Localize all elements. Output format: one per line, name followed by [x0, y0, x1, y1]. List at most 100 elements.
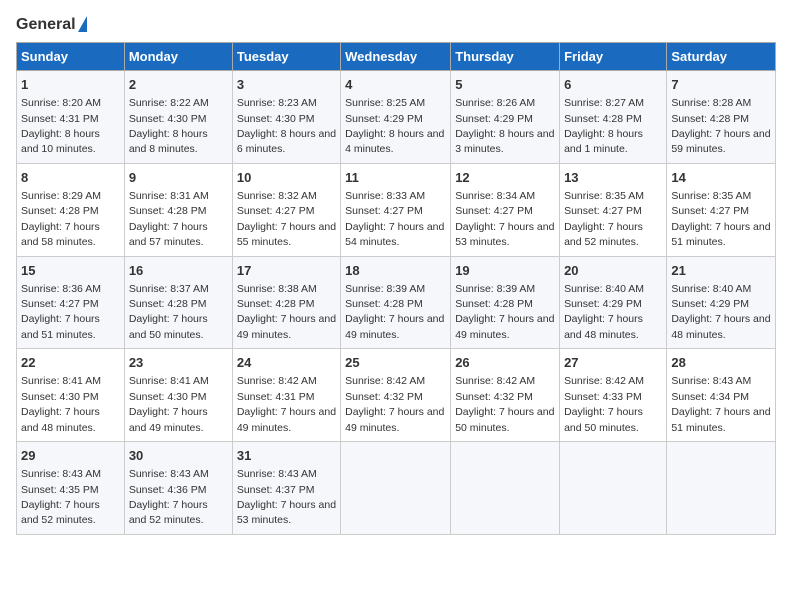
- calendar-cell: 18Sunrise: 8:39 AMSunset: 4:28 PMDayligh…: [341, 256, 451, 349]
- day-number: 24: [237, 354, 336, 372]
- day-sunrise: Sunrise: 8:42 AM: [455, 375, 535, 387]
- day-sunset: Sunset: 4:31 PM: [237, 391, 315, 403]
- day-sunrise: Sunrise: 8:26 AM: [455, 97, 535, 109]
- day-sunset: Sunset: 4:28 PM: [21, 205, 99, 217]
- calendar-cell: 3Sunrise: 8:23 AMSunset: 4:30 PMDaylight…: [232, 71, 340, 164]
- day-sunset: Sunset: 4:27 PM: [455, 205, 533, 217]
- day-daylight: Daylight: 7 hours and 48 minutes.: [21, 406, 100, 433]
- day-sunrise: Sunrise: 8:38 AM: [237, 283, 317, 295]
- day-number: 14: [671, 169, 771, 187]
- day-sunrise: Sunrise: 8:42 AM: [345, 375, 425, 387]
- day-sunrise: Sunrise: 8:35 AM: [564, 190, 644, 202]
- calendar-cell: 16Sunrise: 8:37 AMSunset: 4:28 PMDayligh…: [124, 256, 232, 349]
- calendar-table: SundayMondayTuesdayWednesdayThursdayFrid…: [16, 42, 776, 535]
- day-sunset: Sunset: 4:30 PM: [129, 113, 207, 125]
- day-sunrise: Sunrise: 8:31 AM: [129, 190, 209, 202]
- day-number: 20: [564, 262, 662, 280]
- header-row: SundayMondayTuesdayWednesdayThursdayFrid…: [17, 43, 776, 71]
- day-sunset: Sunset: 4:27 PM: [21, 298, 99, 310]
- day-sunrise: Sunrise: 8:41 AM: [129, 375, 209, 387]
- day-sunset: Sunset: 4:34 PM: [671, 391, 749, 403]
- calendar-cell: 4Sunrise: 8:25 AMSunset: 4:29 PMDaylight…: [341, 71, 451, 164]
- day-sunset: Sunset: 4:29 PM: [671, 298, 749, 310]
- day-sunrise: Sunrise: 8:37 AM: [129, 283, 209, 295]
- day-header-saturday: Saturday: [667, 43, 776, 71]
- day-number: 6: [564, 76, 662, 94]
- day-number: 8: [21, 169, 120, 187]
- calendar-cell: 15Sunrise: 8:36 AMSunset: 4:27 PMDayligh…: [17, 256, 125, 349]
- day-sunset: Sunset: 4:31 PM: [21, 113, 99, 125]
- day-daylight: Daylight: 7 hours and 49 minutes.: [345, 313, 444, 340]
- calendar-cell: 28Sunrise: 8:43 AMSunset: 4:34 PMDayligh…: [667, 349, 776, 442]
- day-sunrise: Sunrise: 8:20 AM: [21, 97, 101, 109]
- day-daylight: Daylight: 7 hours and 55 minutes.: [237, 221, 336, 248]
- day-number: 13: [564, 169, 662, 187]
- day-number: 22: [21, 354, 120, 372]
- calendar-cell: 24Sunrise: 8:42 AMSunset: 4:31 PMDayligh…: [232, 349, 340, 442]
- day-sunrise: Sunrise: 8:43 AM: [21, 468, 101, 480]
- calendar-cell: 31Sunrise: 8:43 AMSunset: 4:37 PMDayligh…: [232, 442, 340, 535]
- day-number: 19: [455, 262, 555, 280]
- day-daylight: Daylight: 7 hours and 49 minutes.: [345, 406, 444, 433]
- day-daylight: Daylight: 7 hours and 49 minutes.: [129, 406, 208, 433]
- day-sunset: Sunset: 4:28 PM: [455, 298, 533, 310]
- day-sunrise: Sunrise: 8:40 AM: [564, 283, 644, 295]
- day-daylight: Daylight: 8 hours and 4 minutes.: [345, 128, 444, 155]
- calendar-cell: 9Sunrise: 8:31 AMSunset: 4:28 PMDaylight…: [124, 163, 232, 256]
- calendar-cell: [451, 442, 560, 535]
- day-sunset: Sunset: 4:28 PM: [129, 298, 207, 310]
- day-sunset: Sunset: 4:27 PM: [564, 205, 642, 217]
- logo: General: [16, 16, 87, 34]
- week-row-5: 29Sunrise: 8:43 AMSunset: 4:35 PMDayligh…: [17, 442, 776, 535]
- day-daylight: Daylight: 7 hours and 53 minutes.: [455, 221, 554, 248]
- day-sunset: Sunset: 4:28 PM: [237, 298, 315, 310]
- day-sunrise: Sunrise: 8:28 AM: [671, 97, 751, 109]
- day-sunset: Sunset: 4:37 PM: [237, 484, 315, 496]
- day-number: 25: [345, 354, 446, 372]
- day-daylight: Daylight: 7 hours and 52 minutes.: [21, 499, 100, 526]
- calendar-cell: 11Sunrise: 8:33 AMSunset: 4:27 PMDayligh…: [341, 163, 451, 256]
- calendar-cell: 10Sunrise: 8:32 AMSunset: 4:27 PMDayligh…: [232, 163, 340, 256]
- day-sunset: Sunset: 4:36 PM: [129, 484, 207, 496]
- day-number: 11: [345, 169, 446, 187]
- day-daylight: Daylight: 8 hours and 6 minutes.: [237, 128, 336, 155]
- day-sunrise: Sunrise: 8:43 AM: [671, 375, 751, 387]
- day-number: 26: [455, 354, 555, 372]
- day-number: 23: [129, 354, 228, 372]
- day-daylight: Daylight: 8 hours and 10 minutes.: [21, 128, 100, 155]
- day-sunrise: Sunrise: 8:27 AM: [564, 97, 644, 109]
- day-sunrise: Sunrise: 8:39 AM: [455, 283, 535, 295]
- day-sunset: Sunset: 4:28 PM: [564, 113, 642, 125]
- day-number: 2: [129, 76, 228, 94]
- logo-icon: [78, 16, 87, 32]
- week-row-4: 22Sunrise: 8:41 AMSunset: 4:30 PMDayligh…: [17, 349, 776, 442]
- day-header-wednesday: Wednesday: [341, 43, 451, 71]
- calendar-cell: 17Sunrise: 8:38 AMSunset: 4:28 PMDayligh…: [232, 256, 340, 349]
- day-daylight: Daylight: 8 hours and 1 minute.: [564, 128, 643, 155]
- day-sunset: Sunset: 4:32 PM: [455, 391, 533, 403]
- day-sunrise: Sunrise: 8:22 AM: [129, 97, 209, 109]
- day-sunset: Sunset: 4:33 PM: [564, 391, 642, 403]
- week-row-3: 15Sunrise: 8:36 AMSunset: 4:27 PMDayligh…: [17, 256, 776, 349]
- day-number: 5: [455, 76, 555, 94]
- day-sunset: Sunset: 4:28 PM: [345, 298, 423, 310]
- day-number: 12: [455, 169, 555, 187]
- calendar-cell: 14Sunrise: 8:35 AMSunset: 4:27 PMDayligh…: [667, 163, 776, 256]
- calendar-cell: [667, 442, 776, 535]
- day-number: 15: [21, 262, 120, 280]
- day-sunrise: Sunrise: 8:42 AM: [237, 375, 317, 387]
- day-daylight: Daylight: 7 hours and 51 minutes.: [671, 221, 770, 248]
- calendar-cell: 27Sunrise: 8:42 AMSunset: 4:33 PMDayligh…: [560, 349, 667, 442]
- day-number: 9: [129, 169, 228, 187]
- day-daylight: Daylight: 7 hours and 49 minutes.: [455, 313, 554, 340]
- day-sunrise: Sunrise: 8:43 AM: [129, 468, 209, 480]
- day-sunset: Sunset: 4:27 PM: [237, 205, 315, 217]
- day-number: 31: [237, 447, 336, 465]
- week-row-1: 1Sunrise: 8:20 AMSunset: 4:31 PMDaylight…: [17, 71, 776, 164]
- day-number: 29: [21, 447, 120, 465]
- day-daylight: Daylight: 7 hours and 58 minutes.: [21, 221, 100, 248]
- calendar-cell: [341, 442, 451, 535]
- calendar-cell: 21Sunrise: 8:40 AMSunset: 4:29 PMDayligh…: [667, 256, 776, 349]
- day-number: 18: [345, 262, 446, 280]
- day-number: 17: [237, 262, 336, 280]
